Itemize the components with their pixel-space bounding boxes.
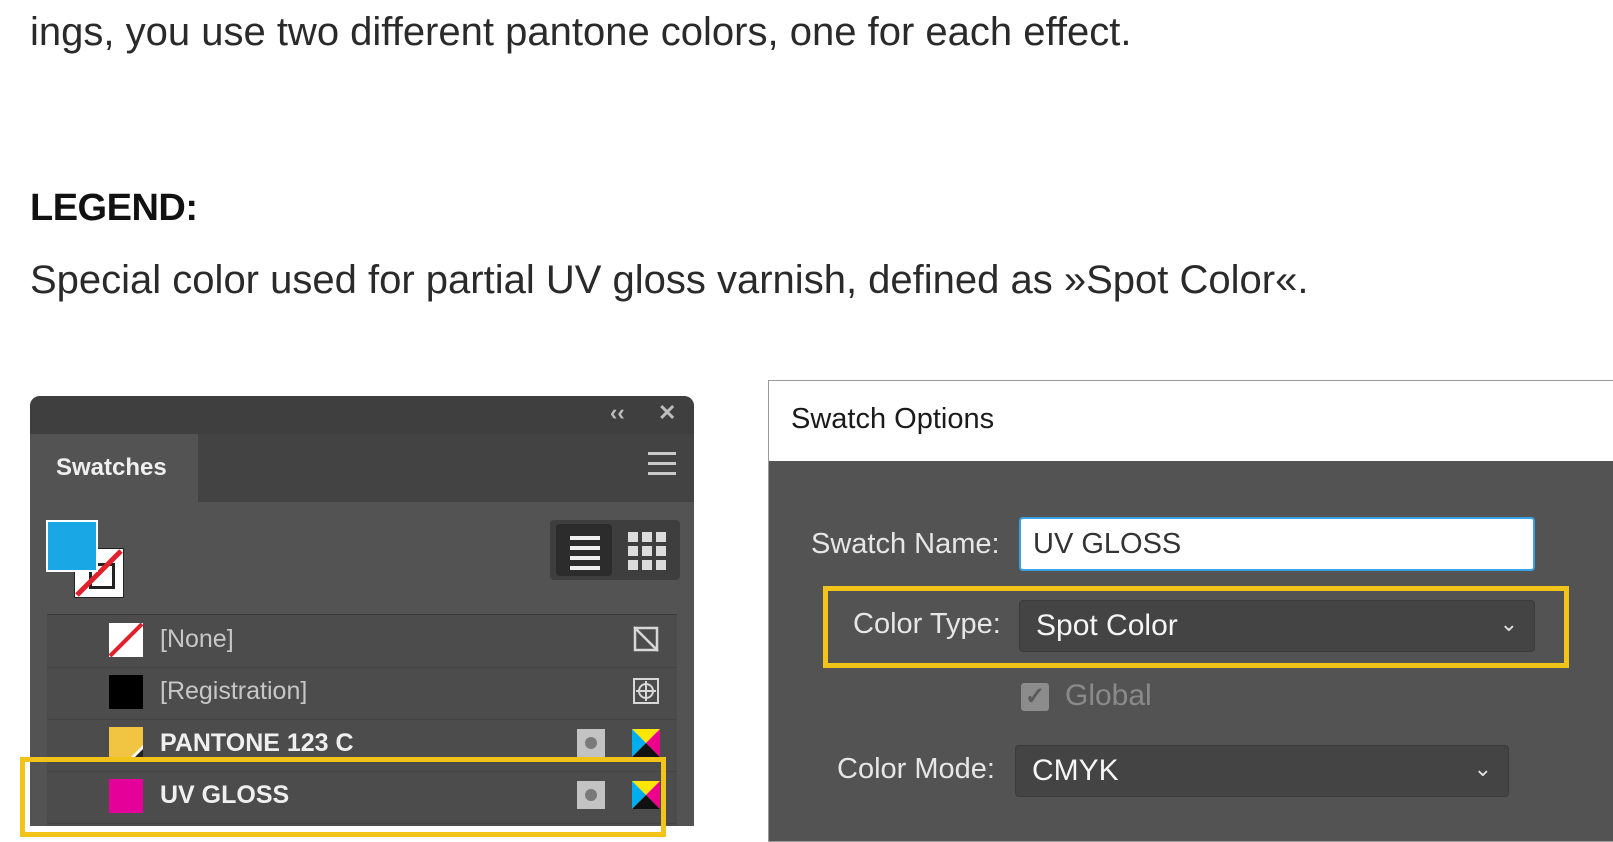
swatch-options-dialog: Swatch Options Swatch Name: Color Type: … bbox=[768, 380, 1613, 842]
spot-color-icon bbox=[577, 729, 605, 757]
tab-swatches[interactable]: Swatches bbox=[30, 434, 198, 502]
swatch-row-none[interactable]: [None] bbox=[47, 615, 677, 668]
panel-titlebar: ‹‹ ✕ bbox=[30, 396, 694, 434]
registration-icon bbox=[632, 677, 660, 705]
global-checkbox[interactable]: ✓ bbox=[1021, 683, 1049, 711]
global-label: Global bbox=[1065, 679, 1152, 712]
swatch-label: [None] bbox=[160, 625, 234, 653]
legend-description: Special color used for partial UV gloss … bbox=[30, 258, 1309, 302]
cmyk-icon bbox=[632, 729, 660, 757]
intro-paragraph: ings, you use two different pantone colo… bbox=[30, 10, 1132, 54]
chevron-down-icon: ⌄ bbox=[1473, 756, 1492, 781]
fill-swatch[interactable] bbox=[46, 520, 98, 572]
no-edit-icon bbox=[632, 625, 660, 653]
swatch-chip-pantone bbox=[109, 727, 143, 761]
dialog-title: Swatch Options bbox=[791, 403, 995, 435]
swatch-label: [Registration] bbox=[160, 677, 308, 705]
swatch-row-registration[interactable]: [Registration] bbox=[47, 667, 677, 720]
fill-stroke-indicator[interactable] bbox=[46, 520, 126, 600]
swatch-label: PANTONE 123 C bbox=[160, 729, 354, 757]
close-icon[interactable]: ✕ bbox=[658, 400, 676, 426]
legend-heading: LEGEND: bbox=[30, 187, 198, 229]
swatch-name-input[interactable] bbox=[1019, 517, 1535, 571]
swatch-name-label: Swatch Name: bbox=[811, 528, 1000, 560]
color-mode-select[interactable]: CMYK ⌄ bbox=[1015, 745, 1509, 797]
collapse-panel-icon[interactable]: ‹‹ bbox=[610, 400, 625, 426]
panel-menu-icon[interactable] bbox=[648, 452, 676, 478]
dialog-titlebar: Swatch Options bbox=[769, 381, 1613, 461]
swatch-chip-none bbox=[109, 623, 143, 657]
swatch-chip-registration bbox=[109, 675, 143, 709]
uv-gloss-highlight bbox=[20, 757, 666, 837]
color-mode-label: Color Mode: bbox=[837, 753, 995, 785]
panel-tabstrip: Swatches bbox=[30, 434, 694, 502]
color-mode-value: CMYK bbox=[1032, 754, 1119, 787]
grid-view-icon[interactable] bbox=[622, 524, 674, 576]
view-toggle bbox=[550, 520, 680, 580]
color-type-highlight bbox=[823, 586, 1569, 668]
list-view-icon[interactable] bbox=[556, 524, 612, 576]
